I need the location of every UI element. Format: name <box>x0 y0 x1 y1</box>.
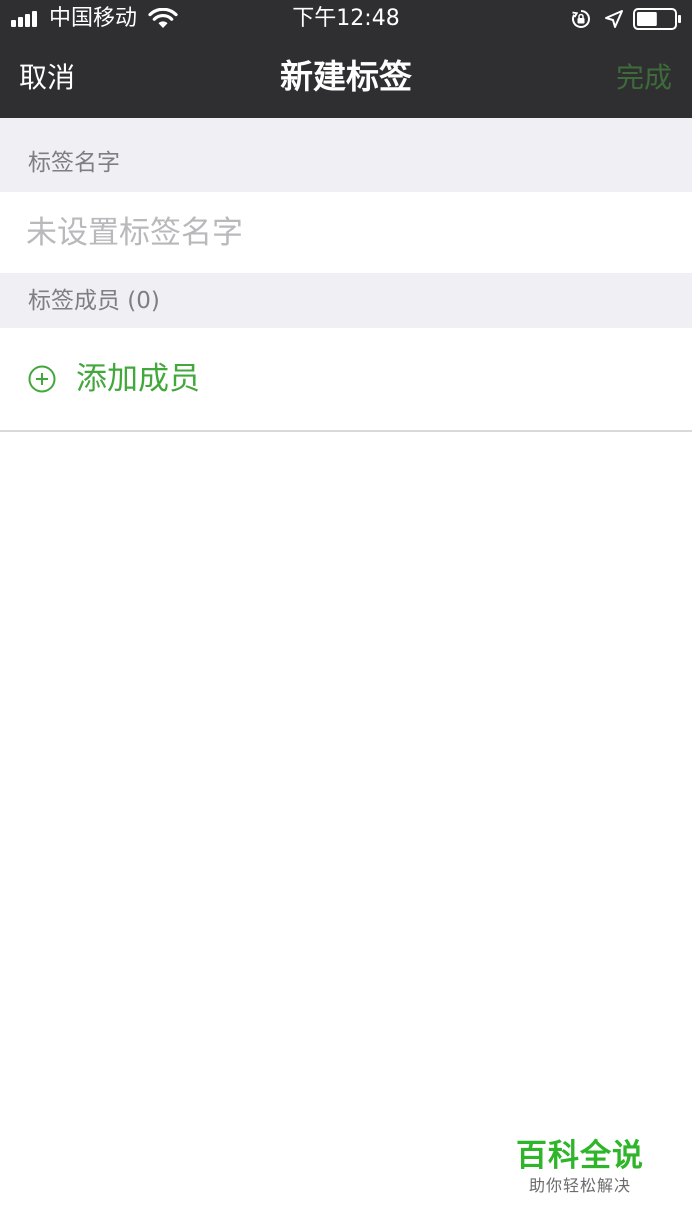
location-arrow-icon <box>605 10 623 28</box>
tag-name-header-label: 标签名字 <box>28 150 120 176</box>
watermark-subtitle: 助你轻松解决 <box>528 1176 631 1195</box>
battery-icon <box>633 8 681 30</box>
status-bar: 中国移动 下午12:48 <box>0 0 692 38</box>
cancel-button[interactable]: 取消 <box>19 60 75 96</box>
watermark-title: 百科全说 <box>516 1138 644 1174</box>
tag-name-row <box>0 192 692 273</box>
top-bar: 中国移动 下午12:48 取消 新建标签 完成 <box>0 0 692 118</box>
plus-circle-icon <box>28 365 56 393</box>
tag-members-section-header: 标签成员 (0) <box>0 273 692 328</box>
rotation-lock-icon <box>572 10 590 28</box>
tag-members-header-label: 标签成员 (0) <box>28 288 160 314</box>
add-member-label: 添加成员 <box>76 361 200 397</box>
add-member-button[interactable]: 添加成员 <box>0 328 692 432</box>
done-button[interactable]: 完成 <box>616 60 672 96</box>
tag-name-section-header: 标签名字 <box>0 118 692 192</box>
tag-name-input[interactable] <box>26 210 646 256</box>
nav-bar: 取消 新建标签 完成 <box>0 38 692 118</box>
page-title: 新建标签 <box>280 57 412 96</box>
new-tag-screen: 中国移动 下午12:48 取消 新建标签 完成 标签名字 未设置标签名字 标签成… <box>0 0 692 1230</box>
watermark-logo: 百科全说 助你轻松解决 <box>510 1136 650 1206</box>
